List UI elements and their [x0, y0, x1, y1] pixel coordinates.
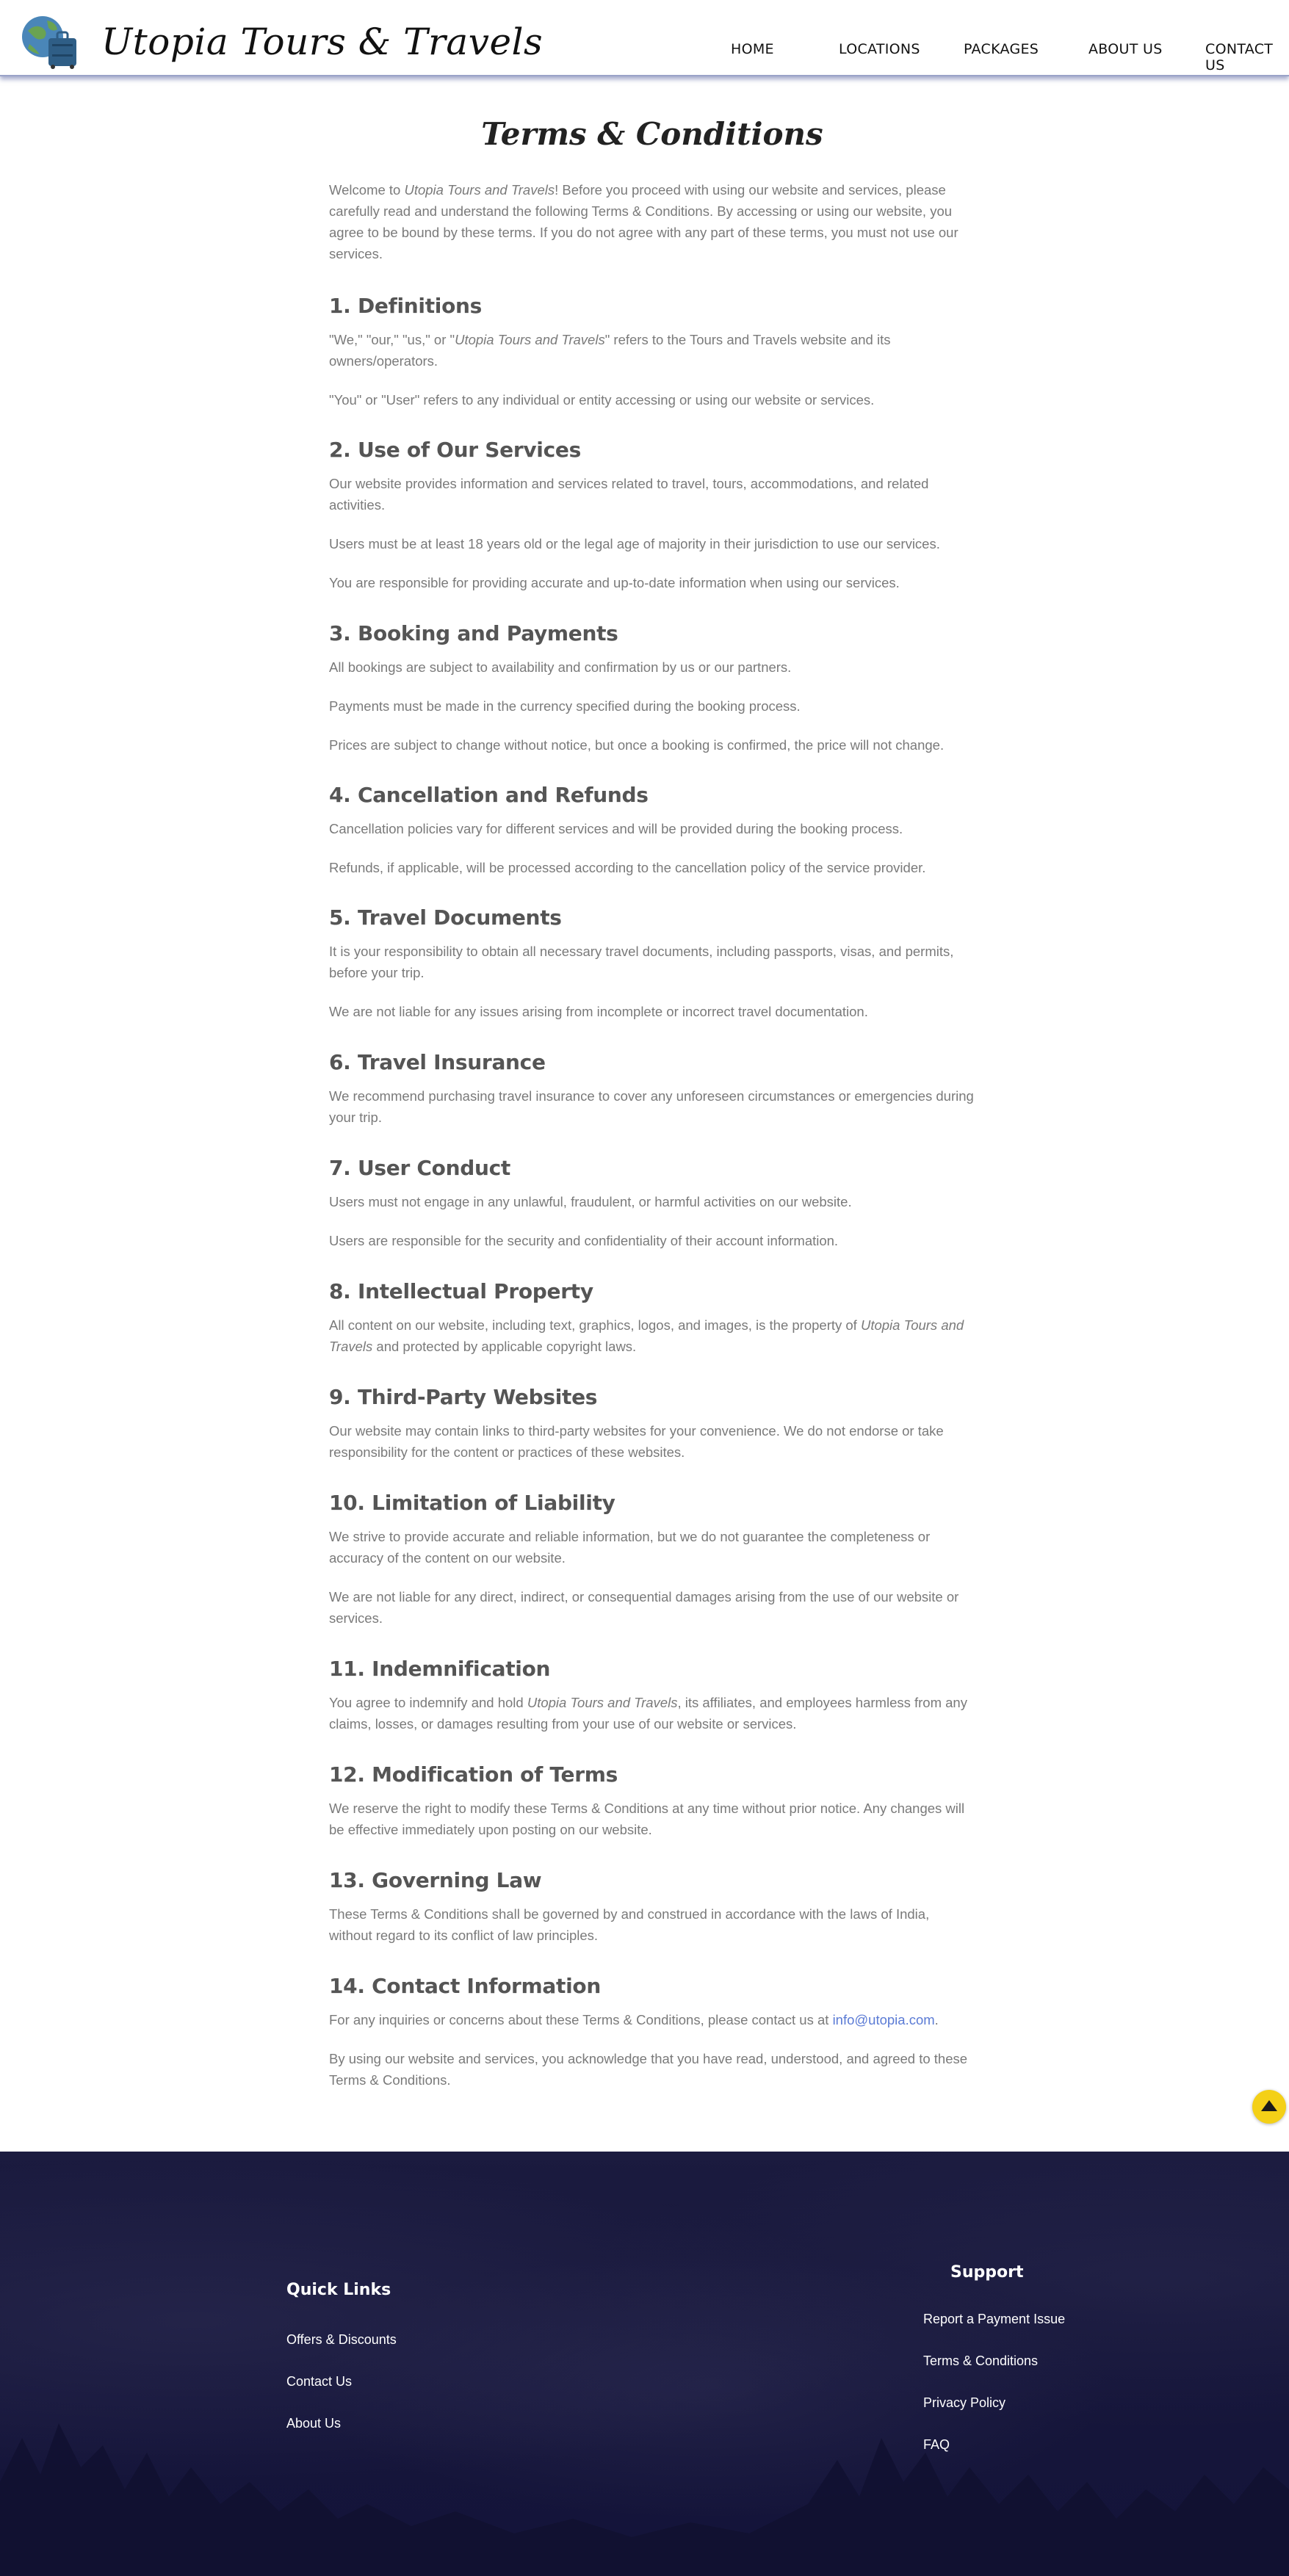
arrow-up-icon: [1261, 2100, 1277, 2111]
section-heading-law: 13. Governing Law: [329, 1868, 542, 1892]
section-paragraph: Users must not engage in any unlawful, f…: [329, 1194, 852, 1209]
section-heading-definitions: 1. Definitions: [329, 294, 483, 318]
section-heading-conduct: 7. User Conduct: [329, 1156, 510, 1180]
section-paragraph: Users must be at least 18 years old or t…: [329, 536, 940, 551]
section-heading-modification: 12. Modification of Terms: [329, 1762, 618, 1787]
footer-link-offers[interactable]: Offers & Discounts: [286, 2332, 397, 2348]
section-paragraph: All content on our website, including te…: [329, 1317, 964, 1354]
footer-link-about[interactable]: About Us: [286, 2416, 341, 2431]
section-heading-booking: 3. Booking and Payments: [329, 621, 618, 645]
intro-paragraph: Welcome to Utopia Tours and Travels! Bef…: [329, 182, 958, 261]
nav-home[interactable]: HOME: [731, 41, 774, 57]
section-paragraph: You agree to indemnify and hold Utopia T…: [329, 1695, 967, 1732]
footer-quick-links-heading: Quick Links: [286, 2281, 391, 2299]
section-heading-cancellation: 4. Cancellation and Refunds: [329, 783, 649, 807]
back-to-top-button[interactable]: [1252, 2090, 1286, 2124]
footer-link-contact[interactable]: Contact Us: [286, 2374, 352, 2389]
section-paragraph: Refunds, if applicable, will be processe…: [329, 860, 926, 875]
nav-contact-us[interactable]: CONTACT US: [1205, 41, 1289, 73]
section-paragraph: You are responsible for providing accura…: [329, 575, 900, 590]
nav-packages[interactable]: PACKAGES: [964, 41, 1039, 57]
forest-silhouette: [0, 2423, 1289, 2576]
section-paragraph: Cancellation policies vary for different…: [329, 821, 903, 836]
section-paragraph: We are not liable for any issues arising…: [329, 1004, 868, 1019]
footer-link-payment-issue[interactable]: Report a Payment Issue: [923, 2312, 1065, 2327]
footer-link-faq[interactable]: FAQ: [923, 2437, 950, 2453]
main-nav: HOME LOCATIONS PACKAGES ABOUT US CONTACT…: [0, 41, 1289, 73]
page-title: Terms & Conditions: [481, 116, 823, 152]
section-paragraph: Prices are subject to change without not…: [329, 737, 945, 753]
section-paragraph: These Terms & Conditions shall be govern…: [329, 1906, 930, 1943]
section-paragraph: Our website provides information and ser…: [329, 476, 929, 513]
section-paragraph: We strive to provide accurate and reliab…: [329, 1529, 931, 1566]
section-heading-indemnification: 11. Indemnification: [329, 1657, 551, 1681]
section-heading-use: 2. Use of Our Services: [329, 438, 581, 462]
section-paragraph: "You" or "User" refers to any individual…: [329, 392, 875, 408]
footer-link-terms[interactable]: Terms & Conditions: [923, 2354, 1038, 2369]
section-paragraph: We recommend purchasing travel insurance…: [329, 1088, 974, 1125]
footer-support-heading: Support: [950, 2263, 1024, 2282]
section-heading-insurance: 6. Travel Insurance: [329, 1050, 546, 1074]
section-paragraph: Our website may contain links to third-p…: [329, 1423, 944, 1460]
contact-email-link[interactable]: info@utopia.com: [833, 2012, 935, 2027]
section-paragraph: Payments must be made in the currency sp…: [329, 698, 801, 714]
site-footer: Quick Links Offers & Discounts Contact U…: [0, 2152, 1289, 2576]
section-paragraph: For any inquiries or concerns about thes…: [329, 2012, 939, 2027]
section-heading-contact: 14. Contact Information: [329, 1974, 601, 1998]
closing-paragraph: By using our website and services, you a…: [329, 2051, 968, 2088]
nav-about-us[interactable]: ABOUT US: [1088, 41, 1163, 57]
section-paragraph: We are not liable for any direct, indire…: [329, 1589, 959, 1626]
section-paragraph: We reserve the right to modify these Ter…: [329, 1801, 965, 1837]
section-paragraph: "We," "our," "us," or "Utopia Tours and …: [329, 332, 891, 369]
section-heading-thirdparty: 9. Third-Party Websites: [329, 1385, 598, 1409]
section-paragraph: All bookings are subject to availability…: [329, 659, 792, 675]
nav-locations[interactable]: LOCATIONS: [839, 41, 920, 57]
site-header: Utopia Tours & Travels HOME LOCATIONS PA…: [0, 0, 1289, 76]
section-paragraph: It is your responsibility to obtain all …: [329, 944, 954, 980]
footer-link-privacy[interactable]: Privacy Policy: [923, 2395, 1005, 2411]
section-heading-liability: 10. Limitation of Liability: [329, 1491, 615, 1515]
section-paragraph: Users are responsible for the security a…: [329, 1233, 839, 1248]
section-heading-ip: 8. Intellectual Property: [329, 1279, 593, 1303]
section-heading-documents: 5. Travel Documents: [329, 905, 562, 930]
